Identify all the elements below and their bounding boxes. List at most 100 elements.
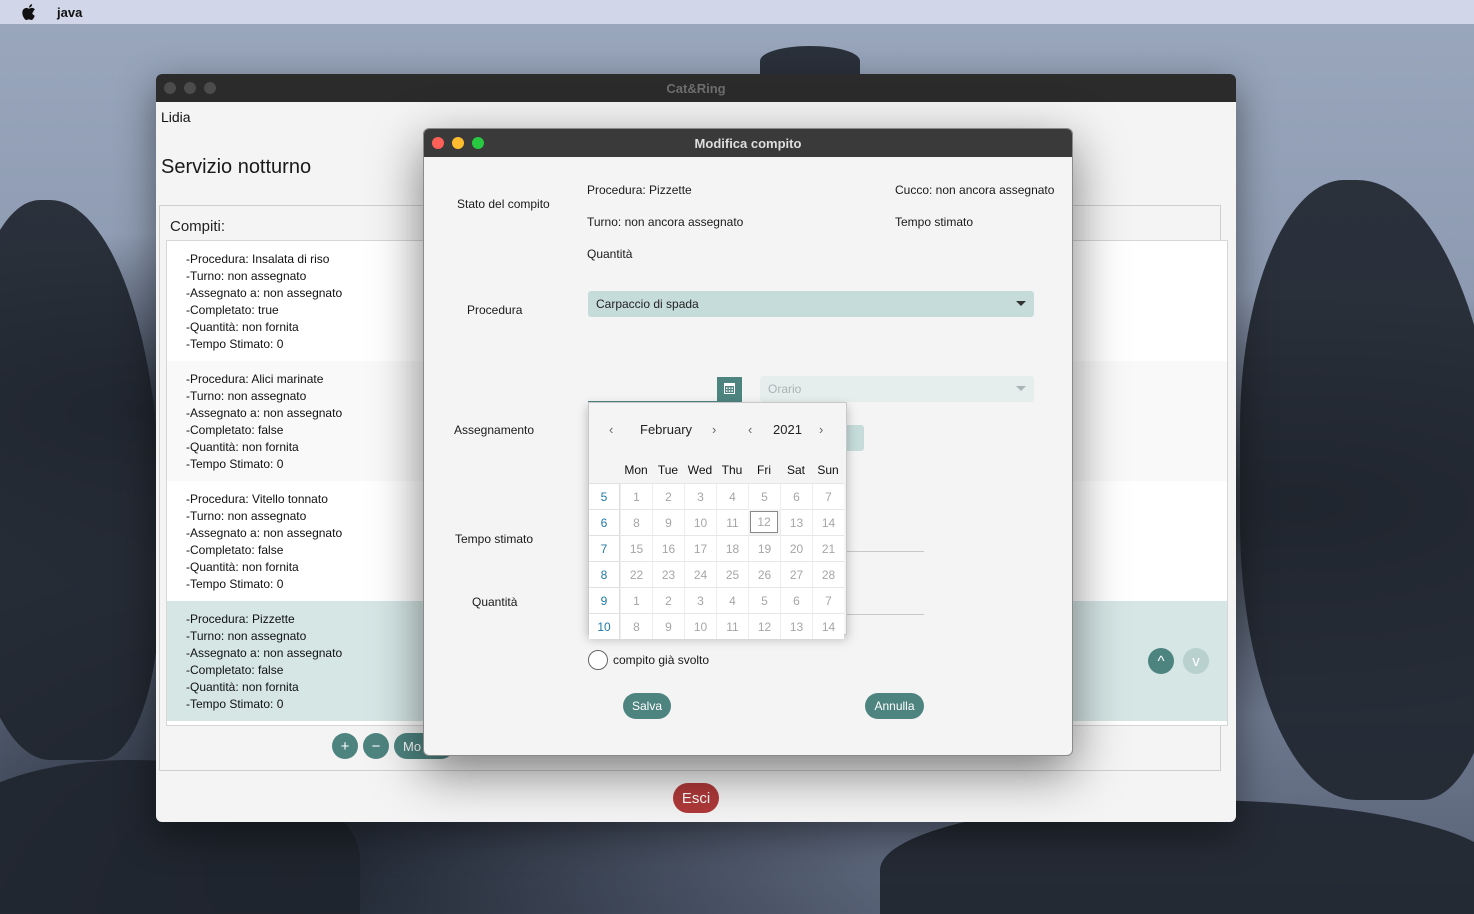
info-cook: Cucco: non ancora assegnato [895,183,1055,197]
info-shift: Turno: non ancora assegnato [587,215,744,229]
info-estimated-time: Tempo stimato [895,215,974,229]
prev-year-icon[interactable]: ‹ [748,422,752,437]
weekday-header: Wed [687,463,713,477]
calendar-day[interactable]: 2 [652,587,684,613]
calendar-day[interactable]: 7 [812,483,844,509]
calendar-day[interactable]: 12 [748,613,780,639]
calendar-day[interactable]: 25 [716,561,748,587]
calendar-day[interactable]: 26 [748,561,780,587]
calendar-day-today[interactable]: 12 [750,511,778,533]
calendar-day[interactable]: 5 [748,587,780,613]
calendar-day[interactable]: 8 [620,613,652,639]
calendar-day[interactable]: 1 [620,587,652,613]
assignment-label: Assegnamento [454,423,535,437]
calendar-day[interactable]: 23 [652,561,684,587]
calendar-day[interactable]: 13 [780,509,812,535]
next-month-icon[interactable]: › [712,422,716,437]
calendar-corner [589,457,620,483]
calendar-day[interactable]: 4 [716,483,748,509]
weekday-header: Tue [657,463,679,477]
calendar-day[interactable]: 27 [780,561,812,587]
tasks-label: Compiti: [170,218,226,235]
calendar-day[interactable]: 7 [812,587,844,613]
exit-button[interactable]: Esci [673,783,719,813]
procedure-label: Procedura [467,303,523,317]
close-dialog-button[interactable] [432,137,444,149]
prev-month-icon[interactable]: ‹ [609,422,613,437]
dialog-title: Modifica compito [694,135,802,151]
week-number: 7 [589,535,620,561]
menu-bar: java [0,0,1474,24]
add-task-button[interactable]: + [332,733,358,759]
done-checkbox[interactable] [588,650,608,670]
minimize-dialog-button[interactable] [452,137,464,149]
calendar-day[interactable]: 9 [652,509,684,535]
calendar-day[interactable]: 11 [716,509,748,535]
background-rock [760,46,860,76]
calendar-day[interactable]: 15 [620,535,652,561]
calendar-day[interactable]: 10 [684,509,716,535]
save-button[interactable]: Salva [623,693,671,719]
calendar-day[interactable]: 14 [812,613,844,639]
zoom-window-button[interactable] [204,82,216,94]
close-window-button[interactable] [164,82,176,94]
date-field[interactable] [588,377,718,402]
dialog-title-bar: Modifica compito [424,129,1072,157]
week-number: 10 [589,613,620,639]
calendar-day[interactable]: 4 [716,587,748,613]
calendar-day[interactable]: 21 [812,535,844,561]
time-select[interactable]: Orario [760,376,1034,402]
procedure-select[interactable]: Carpaccio di spada [588,291,1034,317]
calendar-icon [724,381,735,399]
calendar-day[interactable]: 9 [652,613,684,639]
calendar-header: ‹ February › ‹ 2021 › [589,403,848,457]
chevron-down-icon [1016,386,1026,391]
move-up-button[interactable]: ^ [1148,648,1174,674]
calendar-day[interactable]: 18 [716,535,748,561]
calendar-day[interactable]: 16 [652,535,684,561]
calendar-day[interactable]: 10 [684,613,716,639]
calendar-day[interactable]: 11 [716,613,748,639]
weekday-header: Sat [786,463,805,477]
calendar-day[interactable]: 17 [684,535,716,561]
calendar-day[interactable]: 3 [684,483,716,509]
estimated-time-label: Tempo stimato [455,532,534,546]
info-procedure: Procedura: Pizzette [587,183,692,197]
week-number: 8 [589,561,620,587]
calendar-day[interactable]: 20 [780,535,812,561]
calendar-day[interactable]: 3 [684,587,716,613]
window-title: Cat&Ring [666,80,726,96]
calendar-day[interactable]: 6 [780,587,812,613]
cancel-button[interactable]: Annulla [865,693,924,719]
procedure-select-value: Carpaccio di spada [596,297,699,311]
remove-task-button[interactable]: − [363,733,389,759]
apple-icon[interactable] [22,4,36,20]
calendar-day[interactable]: 5 [748,483,780,509]
calendar-day[interactable]: 14 [812,509,844,535]
calendar-popup: ‹ February › ‹ 2021 › Mon Tue Wed Thu Fri Sat… [588,402,848,639]
calendar-day[interactable]: 13 [780,613,812,639]
user-label: Lidia [161,109,191,125]
calendar-day[interactable]: 2 [652,483,684,509]
zoom-dialog-button[interactable] [472,137,484,149]
week-number: 9 [589,587,620,613]
calendar-day[interactable]: 28 [812,561,844,587]
move-down-button[interactable]: v [1183,648,1209,674]
calendar-day[interactable]: 8 [620,509,652,535]
calendar-year: 2021 [773,422,802,437]
weekday-header: Fri [757,463,771,477]
calendar-day[interactable]: 22 [620,561,652,587]
calendar-day[interactable]: 6 [780,483,812,509]
calendar-day[interactable]: 19 [748,535,780,561]
minimize-window-button[interactable] [184,82,196,94]
background-rock [1240,180,1474,800]
weekday-header: Thu [721,463,743,477]
next-year-icon[interactable]: › [819,422,823,437]
app-name-menu[interactable]: java [57,5,82,20]
calendar-day[interactable]: 1 [620,483,652,509]
edit-task-dialog: Modifica compito Stato del compito Proce… [423,128,1073,756]
week-number: 6 [589,509,620,535]
calendar-day[interactable]: 24 [684,561,716,587]
state-label: Stato del compito [457,197,550,211]
calendar-button[interactable] [717,377,742,402]
